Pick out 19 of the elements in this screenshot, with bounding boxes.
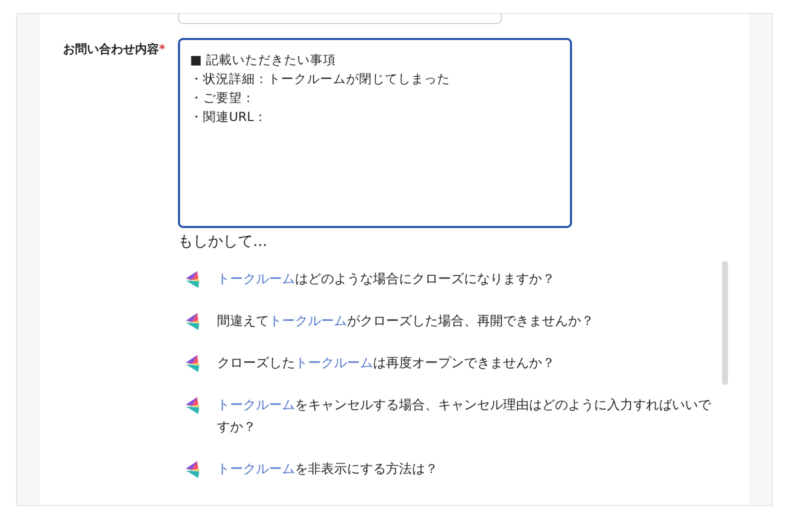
suggestion-link[interactable]: トークルームはどのような場合にクローズになりますか？ [217, 269, 717, 291]
suggestion-link[interactable]: トークルームを非表示にする方法は？ [217, 459, 717, 481]
link[interactable]: トークルーム [217, 462, 295, 477]
text-line: ■ 記載いただきたい事項 [190, 51, 337, 69]
suggestion-link[interactable]: クローズした トークルームは再度オープンできませんか？ [217, 353, 717, 375]
required-mark: * [159, 42, 166, 56]
suggestions-heading: もしかして... [178, 232, 268, 251]
suggestion-link[interactable]: 間違えて トークルームがクローズした場合、再開できませんか？ [217, 311, 717, 333]
text-line: ・状況詳細：トークルームが閉じてしまった [190, 70, 451, 88]
field-label: お問い合わせ内容* [62, 41, 166, 58]
link[interactable]: トークルーム [217, 272, 295, 287]
suggestion-link[interactable]: トークルームをキャンセルする場合、キャンセル理由はどのように入力すればいいですか？ [217, 395, 717, 439]
textarea-field[interactable]: ■ 記載いただきたい事項 ・状況詳細：トークルームが閉じてしまった ・ご要望： ・関連URL： [178, 38, 572, 228]
scrollbar[interactable] [722, 261, 728, 385]
link[interactable]: トークルーム [269, 314, 347, 329]
text-line: ・ご要望： [190, 89, 256, 107]
link[interactable]: トークルーム [295, 356, 373, 371]
link[interactable]: トークルーム [217, 398, 295, 413]
text-line: ・関連URL： [190, 108, 268, 126]
